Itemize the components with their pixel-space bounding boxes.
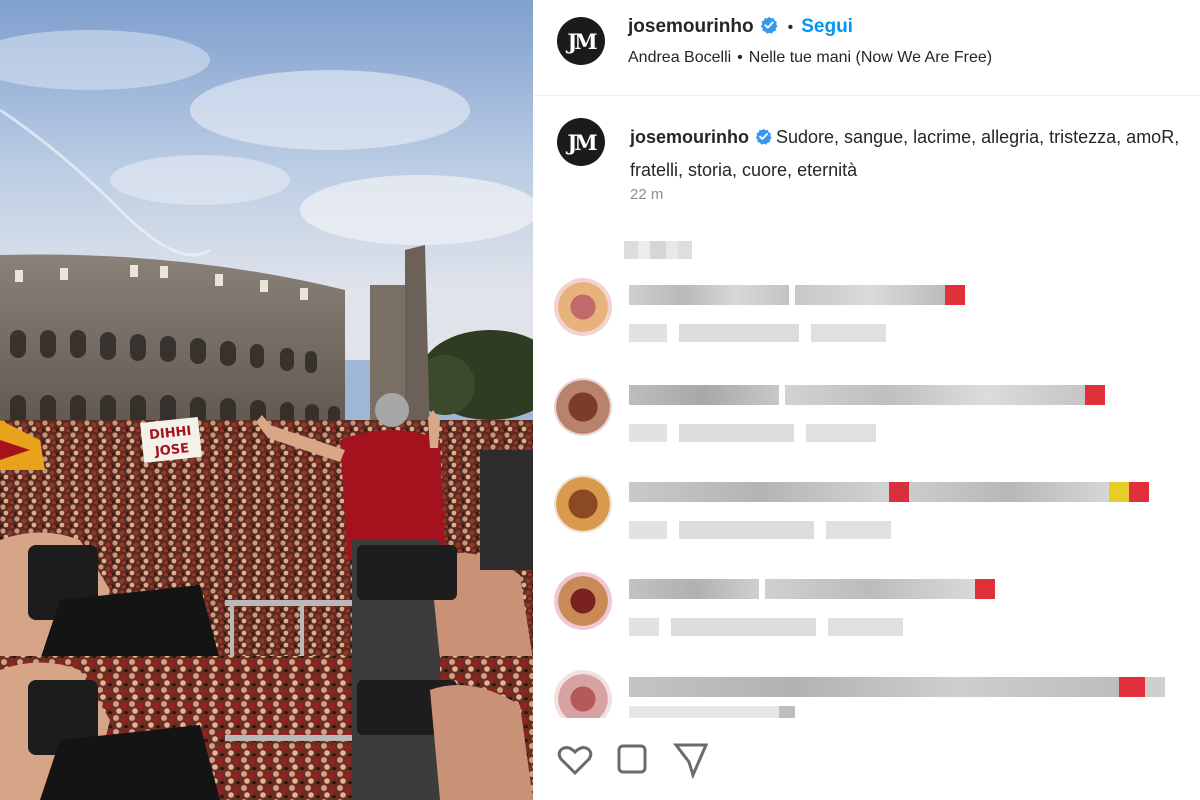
verified-badge-icon — [755, 124, 772, 155]
audio-artist: Andrea Bocelli — [628, 49, 732, 66]
caption-username[interactable]: josemourinho — [630, 127, 749, 147]
follow-button[interactable]: Segui — [801, 16, 853, 37]
photo-scene: DIHHI JOSE — [0, 0, 533, 800]
pixelated-meta — [629, 521, 891, 539]
action-bar — [555, 740, 755, 780]
pixelated-text — [629, 579, 995, 599]
caption-timestamp[interactable]: 22 m — [630, 186, 663, 203]
pixelated-meta — [629, 424, 876, 442]
heart-icon[interactable] — [555, 740, 595, 780]
pixelated-comment — [554, 572, 1194, 642]
pixelated-avatar — [554, 670, 612, 718]
caption-avatar[interactable]: JM — [557, 118, 605, 166]
pixelated-meta — [629, 618, 903, 636]
pixelated-meta — [629, 706, 795, 718]
avatar-initials: JM — [567, 28, 597, 54]
comment-icon[interactable] — [613, 740, 653, 780]
share-icon[interactable] — [671, 740, 711, 780]
separator-dot: • — [787, 19, 794, 36]
caption-body: josemourinho Sudore, sangue, lacrime, all… — [630, 122, 1190, 186]
post-photo: DIHHI JOSE — [0, 0, 533, 800]
pixelated-avatar — [554, 378, 612, 436]
pixelated-comment — [554, 475, 1194, 545]
pixelated-text — [629, 482, 1149, 502]
post-header: JM josemourinho • Segui Andrea Bocelli • Nel… — [533, 0, 1200, 96]
pixelated-meta — [629, 324, 886, 342]
pixelated-avatar — [554, 572, 612, 630]
pixelated-comment — [554, 278, 1194, 348]
pixelated-avatar — [554, 278, 612, 336]
verified-badge-icon — [760, 16, 778, 39]
pixelated-comment — [554, 670, 1194, 718]
header-title-row: josemourinho • Segui — [628, 16, 853, 39]
pixelated-label — [624, 241, 700, 259]
header-username[interactable]: josemourinho — [628, 16, 754, 37]
pixelated-text — [629, 677, 1165, 697]
avatar-initials: JM — [567, 129, 597, 155]
pixelated-avatar — [554, 475, 612, 533]
audio-separator: • — [737, 49, 743, 66]
audio-track: Nelle tue mani (Now We Are Free) — [748, 49, 993, 66]
pixelated-text — [629, 385, 1105, 405]
pixelated-comment — [554, 378, 1194, 448]
profile-avatar[interactable]: JM — [557, 17, 605, 65]
audio-info[interactable]: Andrea Bocelli • Nelle tue mani (Now We Ar… — [628, 49, 992, 67]
pixelated-text — [629, 285, 965, 305]
